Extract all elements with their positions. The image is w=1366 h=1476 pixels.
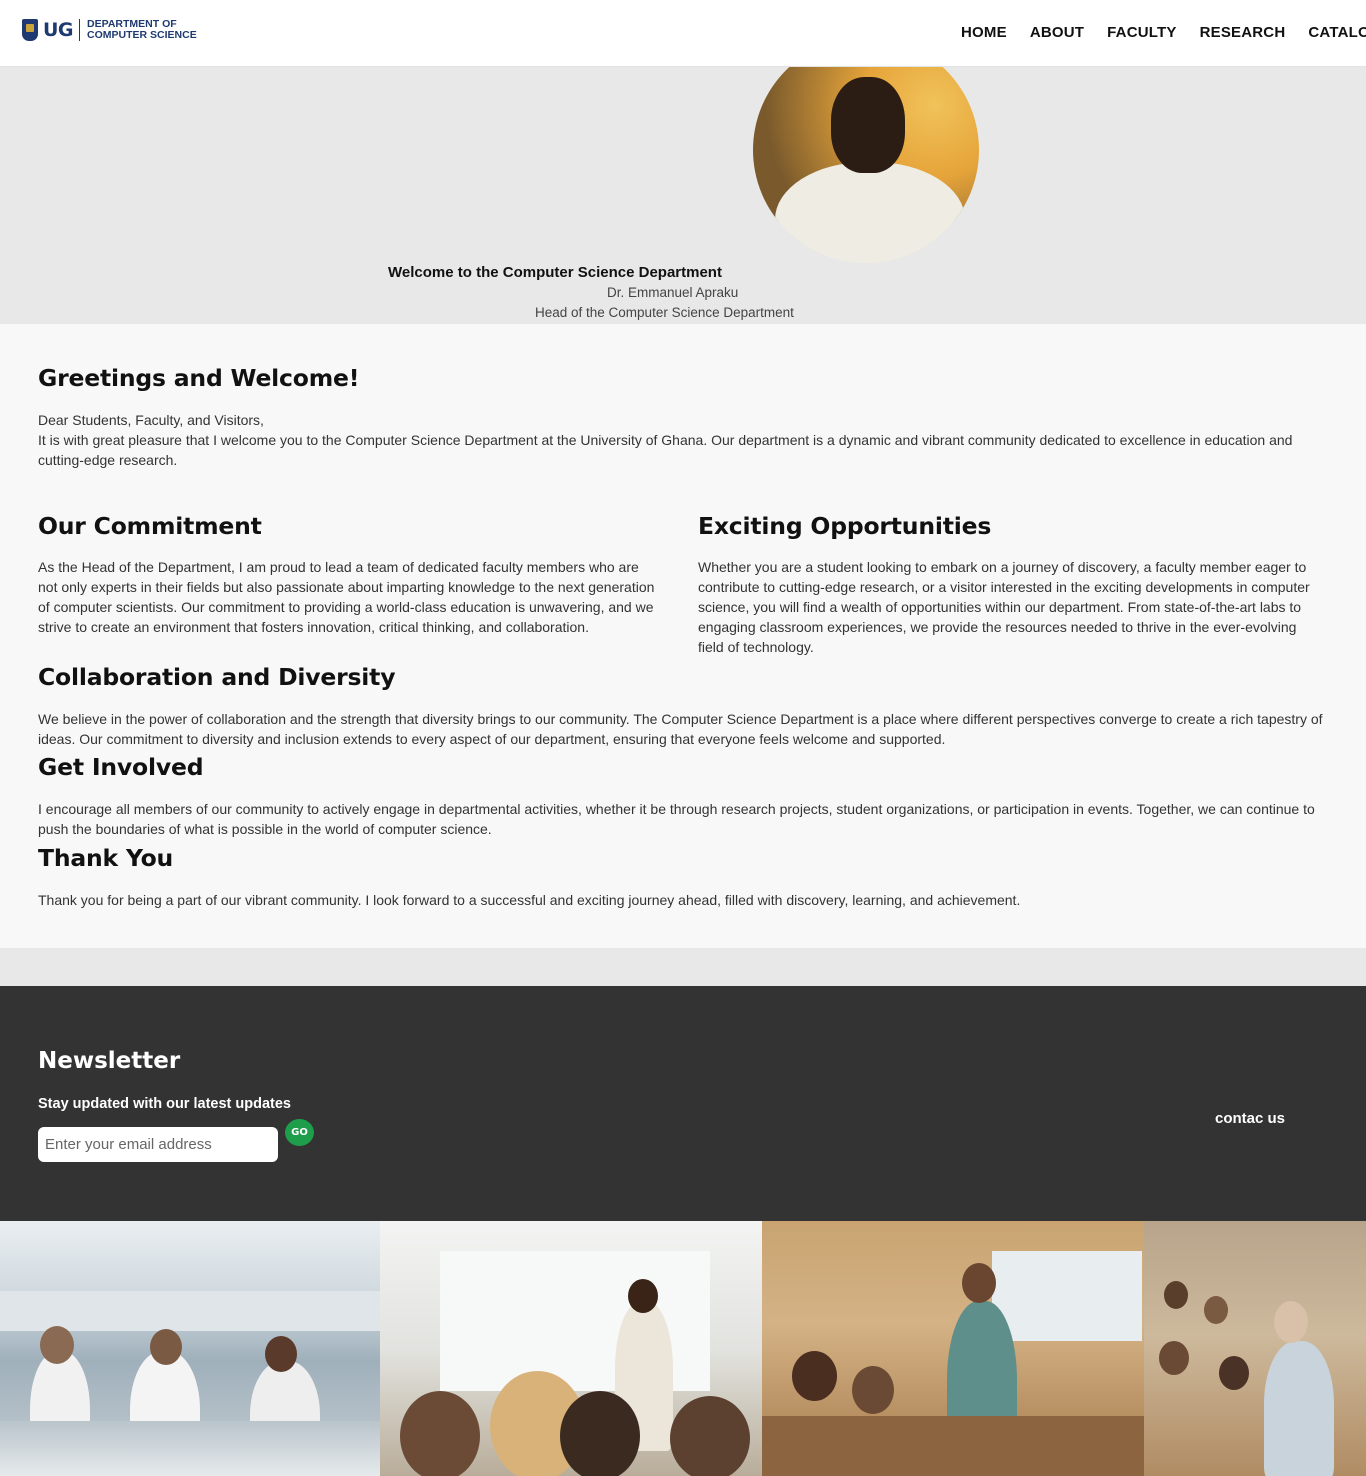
classroom-desks xyxy=(762,1416,1144,1476)
gallery-photo-lab xyxy=(0,1221,380,1476)
commitment-body: As the Head of the Department, I am prou… xyxy=(38,559,655,635)
photo-gallery xyxy=(0,1221,1366,1476)
nav-research[interactable]: RESEARCH xyxy=(1200,24,1286,41)
audience-head-1 xyxy=(400,1391,480,1476)
greeting-heading: Greetings and Welcome! xyxy=(38,364,360,392)
gallery-photo-lecture xyxy=(1144,1221,1366,1476)
gallery-photo-classroom xyxy=(762,1221,1144,1476)
contact-us-link[interactable]: contac us xyxy=(1215,1110,1285,1127)
thanks-heading: Thank You xyxy=(38,844,174,872)
involved-body: I encourage all members of our community… xyxy=(38,801,1315,838)
newsletter-subtitle: Stay updated with our latest updates xyxy=(38,1096,291,1112)
lecture-student-4 xyxy=(1219,1356,1249,1390)
portrait-face xyxy=(831,77,905,173)
lecture-student-1 xyxy=(1164,1281,1188,1309)
logo-line-2: COMPUTER SCIENCE xyxy=(87,29,197,41)
thanks-body: Thank you for being a part of our vibran… xyxy=(38,892,1021,908)
head-of-department-portrait xyxy=(753,67,979,263)
lecturer-head xyxy=(1274,1301,1308,1343)
newsletter-go-button[interactable]: GO xyxy=(285,1119,314,1146)
opportunities-body: Whether you are a student looking to emb… xyxy=(698,559,1310,655)
audience-head-4 xyxy=(670,1396,750,1476)
newsletter-title: Newsletter xyxy=(38,1048,181,1074)
collaboration-body: We believe in the power of collaboration… xyxy=(38,711,1323,748)
nav-catalog[interactable]: CATALOG xyxy=(1308,24,1366,41)
lecture-student-2 xyxy=(1204,1296,1228,1324)
newsletter-email-input[interactable] xyxy=(38,1127,278,1162)
opportunities-heading: Exciting Opportunities xyxy=(698,512,992,540)
site-footer: Newsletter Stay updated with our latest … xyxy=(0,986,1366,1221)
audience-head-3 xyxy=(560,1391,640,1476)
hero-role: Head of the Computer Science Department xyxy=(535,305,794,320)
lab-bench xyxy=(0,1421,380,1476)
gallery-photo-presentation xyxy=(380,1221,762,1476)
presenter-head xyxy=(628,1279,658,1313)
logo-divider xyxy=(79,19,81,41)
commitment-heading: Our Commitment xyxy=(38,512,262,540)
lab-shelf xyxy=(0,1291,380,1331)
nav-home[interactable]: HOME xyxy=(961,24,1007,41)
student-head-2 xyxy=(852,1366,894,1414)
main-nav: HOME ABOUT FACULTY RESEARCH CATALOG xyxy=(961,24,1366,41)
site-header: UG DEPARTMENT OF COMPUTER SCIENCE HOME A… xyxy=(0,0,1366,67)
greeting-salutation: Dear Students, Faculty, and Visitors, xyxy=(38,412,264,428)
logo-mark: UG xyxy=(43,19,74,41)
nav-about[interactable]: ABOUT xyxy=(1030,24,1084,41)
hero-name: Dr. Emmanuel Apraku xyxy=(607,285,739,300)
lab-person-2-head xyxy=(150,1329,182,1365)
lab-person-1-head xyxy=(40,1326,74,1364)
nav-faculty[interactable]: FACULTY xyxy=(1107,24,1176,41)
lecturer xyxy=(1264,1341,1334,1476)
lab-person-3-head xyxy=(265,1336,297,1372)
student-head-1 xyxy=(792,1351,837,1401)
teacher-head xyxy=(962,1263,996,1303)
involved-heading: Get Involved xyxy=(38,753,204,781)
department-logo[interactable]: UG DEPARTMENT OF COMPUTER SCIENCE xyxy=(22,16,197,44)
classroom-board xyxy=(992,1251,1142,1341)
collaboration-heading: Collaboration and Diversity xyxy=(38,663,396,691)
lecture-student-3 xyxy=(1159,1341,1189,1375)
portrait-body xyxy=(775,162,965,263)
welcome-content: Greetings and Welcome! Dear Students, Fa… xyxy=(0,324,1366,948)
hero-section: Welcome to the Computer Science Departme… xyxy=(0,67,1366,324)
logo-text: DEPARTMENT OF COMPUTER SCIENCE xyxy=(87,19,197,41)
greeting-body: It is with great pleasure that I welcome… xyxy=(38,432,1293,469)
section-spacer xyxy=(0,948,1366,986)
hero-title: Welcome to the Computer Science Departme… xyxy=(388,264,722,281)
university-crest-icon xyxy=(22,19,38,41)
